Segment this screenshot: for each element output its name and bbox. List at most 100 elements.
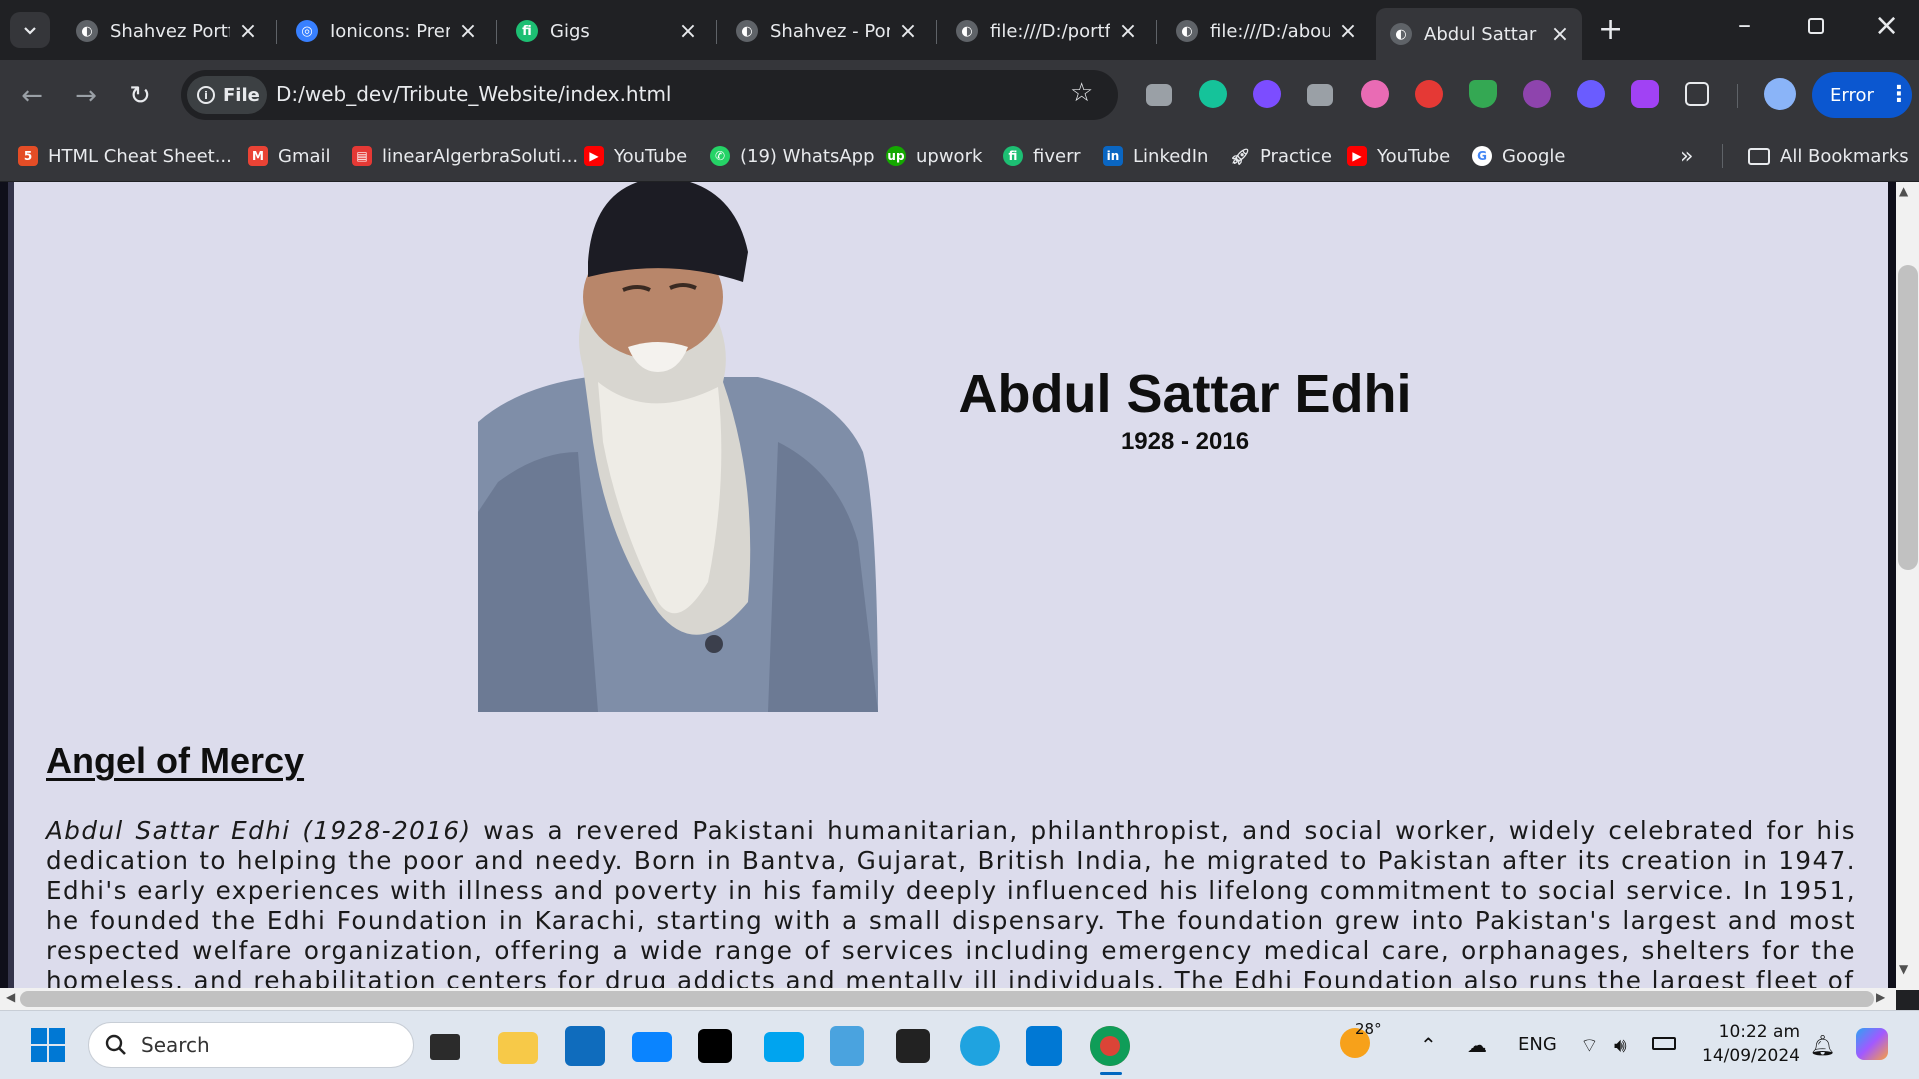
- brain-extension-icon[interactable]: [1361, 80, 1389, 108]
- google-icon: G: [1472, 146, 1492, 166]
- vscode-icon[interactable]: [1026, 1026, 1062, 1066]
- gradient-extension-icon[interactable]: [1523, 80, 1551, 108]
- battery-icon[interactable]: [1652, 1037, 1676, 1050]
- tab-ionicons[interactable]: ◎ Ionicons: Prem ×: [282, 10, 490, 52]
- horizontal-scroll-thumb[interactable]: [20, 991, 1874, 1007]
- scroll-left-arrow-icon[interactable]: ◀: [6, 990, 15, 1004]
- search-placeholder: Search: [141, 1033, 210, 1057]
- tab-file-portfolio[interactable]: ◐ file:///D:/portf ×: [942, 10, 1150, 52]
- sticky-notes-icon[interactable]: [896, 1029, 930, 1063]
- flame-extension-icon[interactable]: [1577, 80, 1605, 108]
- profile-avatar[interactable]: [1764, 78, 1796, 110]
- copilot-icon[interactable]: [1856, 1028, 1888, 1060]
- biography-paragraph: Abdul Sattar Edhi (1928-2016) was a reve…: [46, 816, 1856, 996]
- bookmark-linear-algebra[interactable]: ▤ linearAlgerbraSoluti...: [352, 138, 578, 174]
- new-tab-button[interactable]: +: [1598, 12, 1623, 47]
- notepad-icon[interactable]: [830, 1026, 864, 1066]
- file-explorer-icon[interactable]: [498, 1032, 538, 1064]
- url-text[interactable]: D:/web_dev/Tribute_Website/index.html: [276, 82, 671, 106]
- globe-icon: ◐: [956, 20, 978, 42]
- tab-shahvez-port[interactable]: ◐ Shahvez - Port ×: [722, 10, 930, 52]
- camera-extension-icon[interactable]: [1307, 84, 1333, 106]
- language-indicator[interactable]: ENG: [1518, 1034, 1557, 1055]
- mail-icon[interactable]: [632, 1032, 672, 1062]
- chevron-up-icon[interactable]: ⌃: [1420, 1033, 1437, 1057]
- scroll-up-arrow-icon[interactable]: ▲: [1899, 184, 1908, 198]
- wordtune-extension-icon[interactable]: [1253, 80, 1281, 108]
- rocket-icon: 🚀︎: [1229, 146, 1251, 166]
- close-icon[interactable]: ×: [458, 19, 478, 44]
- error-menu-button[interactable]: Error ⋮: [1812, 72, 1912, 118]
- section-heading: Angel of Mercy: [46, 740, 305, 781]
- scroll-right-arrow-icon[interactable]: ▶: [1876, 990, 1885, 1004]
- bookmark-star-icon[interactable]: ☆: [1070, 78, 1093, 108]
- reload-button[interactable]: ↻: [122, 78, 158, 114]
- all-bookmarks-button[interactable]: All Bookmarks: [1748, 138, 1909, 174]
- close-icon[interactable]: ×: [238, 19, 258, 44]
- puzzle-extensions-icon[interactable]: [1685, 82, 1709, 106]
- bookmark-linkedin[interactable]: in LinkedIn: [1103, 138, 1208, 174]
- clock-date: 14/09/2024: [1702, 1046, 1800, 1066]
- tab-search-button[interactable]: [10, 12, 50, 48]
- bookmark-label: fiverr: [1033, 145, 1081, 167]
- r-extension-icon[interactable]: [1415, 80, 1443, 108]
- fiverr-icon: fi: [1003, 146, 1023, 166]
- file-chip-label: File: [223, 84, 260, 106]
- tab-gigs[interactable]: fi Gigs ×: [502, 10, 710, 52]
- gmail-icon: M: [248, 146, 268, 166]
- shield-extension-icon[interactable]: [1469, 80, 1497, 108]
- bookmark-youtube-2[interactable]: ▶ YouTube: [1347, 138, 1450, 174]
- close-icon[interactable]: ×: [1550, 22, 1570, 47]
- bookmark-whatsapp[interactable]: ✆ (19) WhatsApp: [710, 138, 875, 174]
- bookmark-practice[interactable]: 🚀︎ Practice: [1230, 138, 1332, 174]
- wifi-icon[interactable]: ⌔: [1580, 1033, 1599, 1058]
- bookmark-label: YouTube: [1377, 145, 1451, 167]
- bookmark-html-cheat-sheet[interactable]: 5 HTML Cheat Sheet...: [18, 138, 232, 174]
- close-icon[interactable]: ×: [1338, 19, 1358, 44]
- restore-button[interactable]: [1808, 18, 1824, 34]
- globe-icon: ◐: [76, 20, 98, 42]
- minimize-button[interactable]: –: [1738, 10, 1751, 40]
- site-info-chip[interactable]: i File: [187, 76, 267, 114]
- taskbar-clock[interactable]: 10:22 am 14/09/2024: [1690, 1020, 1800, 1068]
- tab-title: Shahvez Portfo: [110, 20, 230, 42]
- edge-icon[interactable]: [960, 1026, 1000, 1066]
- remote-desktop-icon[interactable]: [764, 1032, 804, 1062]
- tab-shahvez-portfolio[interactable]: ◐ Shahvez Portfo ×: [62, 10, 270, 52]
- hero-title: Abdul Sattar Edhi: [958, 364, 1412, 424]
- bookmark-gmail[interactable]: M Gmail: [248, 138, 331, 174]
- onedrive-cloud-icon[interactable]: ☁: [1467, 1033, 1487, 1057]
- scroll-down-arrow-icon[interactable]: ▼: [1899, 962, 1908, 976]
- bookmark-upwork[interactable]: up upwork: [886, 138, 982, 174]
- taskbar-search-box[interactable]: Search: [88, 1022, 414, 1068]
- kebab-menu-icon: ⋮: [1887, 82, 1910, 107]
- screenshot-extension-icon[interactable]: [1146, 84, 1172, 106]
- windows-start-icon[interactable]: [30, 1027, 66, 1063]
- bookmark-fiverr[interactable]: fi fiverr: [1003, 138, 1081, 174]
- chrome-icon[interactable]: [1090, 1026, 1130, 1066]
- microsoft-store-icon[interactable]: [565, 1026, 605, 1066]
- heart-extension-icon[interactable]: [1631, 80, 1659, 108]
- task-view-icon[interactable]: [430, 1034, 460, 1060]
- volume-icon[interactable]: 🔊︎: [1614, 1033, 1627, 1057]
- close-icon[interactable]: ×: [1118, 19, 1138, 44]
- vertical-scroll-thumb[interactable]: [1898, 265, 1918, 570]
- tab-title: Ionicons: Prem: [330, 20, 450, 42]
- forward-button[interactable]: →: [68, 78, 104, 114]
- more-bookmarks-chevron-icon[interactable]: »: [1680, 138, 1693, 174]
- grammarly-extension-icon[interactable]: [1199, 80, 1227, 108]
- tab-abdul-sattar-edhi[interactable]: ◐ Abdul Sattar E ×: [1376, 8, 1582, 60]
- info-icon: i: [197, 86, 215, 104]
- tab-title: Abdul Sattar E: [1424, 23, 1542, 45]
- tab-file-about[interactable]: ◐ file:///D:/abou ×: [1162, 10, 1370, 52]
- close-window-button[interactable]: ×: [1874, 8, 1899, 43]
- weather-temperature[interactable]: 28°: [1355, 1020, 1382, 1038]
- intellij-icon[interactable]: [698, 1029, 732, 1063]
- back-button[interactable]: ←: [14, 78, 50, 114]
- notification-bell-icon[interactable]: 🔔︎: [1810, 1033, 1835, 1057]
- close-icon[interactable]: ×: [678, 19, 698, 44]
- bookmark-youtube[interactable]: ▶ YouTube: [584, 138, 687, 174]
- html5-icon: 5: [18, 146, 38, 166]
- close-icon[interactable]: ×: [898, 19, 918, 44]
- bookmark-google[interactable]: G Google: [1472, 138, 1565, 174]
